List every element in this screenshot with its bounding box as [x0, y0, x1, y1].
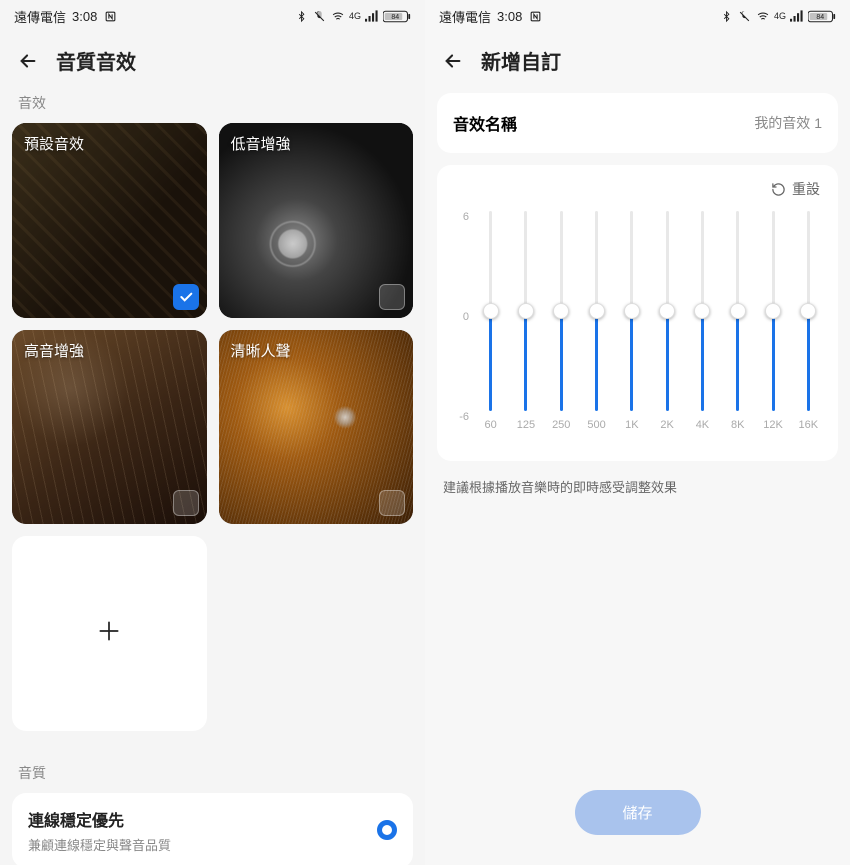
- add-custom-effect-button[interactable]: [12, 536, 207, 731]
- eq-freq-label: 250: [552, 419, 570, 431]
- header: 新增自訂: [425, 32, 850, 85]
- clock: 3:08: [72, 9, 97, 24]
- eq-knob[interactable]: [483, 303, 499, 319]
- eq-freq-label: 125: [517, 419, 535, 431]
- nfc-icon: [103, 9, 117, 23]
- reset-icon: [771, 182, 786, 197]
- quality-title: 連線穩定優先: [28, 807, 171, 831]
- effect-label: 清晰人聲: [231, 340, 291, 361]
- effect-card-treble[interactable]: 高音增強: [12, 330, 207, 525]
- page-title: 新增自訂: [481, 46, 561, 75]
- checkbox-unchecked-icon: [379, 284, 405, 310]
- hint-text: 建議根據播放音樂時的即時感受調整效果: [425, 461, 850, 512]
- eq-knob[interactable]: [518, 303, 534, 319]
- carrier-label: 遠傳電信: [14, 7, 66, 26]
- mute-icon: [738, 9, 752, 23]
- status-bar: 遠傳電信 3:08 4G 84: [425, 0, 850, 32]
- eq-slider-2K[interactable]: 2K: [649, 211, 684, 441]
- checkbox-unchecked-icon: [379, 490, 405, 516]
- radio-selected-icon: [377, 820, 397, 840]
- eq-slider-250[interactable]: 250: [544, 211, 579, 441]
- effect-label: 高音增強: [24, 340, 84, 361]
- screen-sound-effects: 遠傳電信 3:08 4G 84 音質音效 音效 預設音效: [0, 0, 425, 865]
- network-label: 4G: [349, 11, 361, 21]
- bluetooth-icon: [720, 9, 734, 23]
- eq-freq-label: 500: [587, 419, 605, 431]
- quality-subtitle: 兼顧連線穩定與聲音品質: [28, 835, 171, 854]
- wifi-icon: [331, 9, 345, 23]
- effects-section-label: 音效: [0, 85, 425, 123]
- quality-section-label: 音質: [0, 755, 425, 793]
- effect-name-label: 音效名稱: [453, 111, 517, 135]
- eq-knob[interactable]: [730, 303, 746, 319]
- battery-icon: 84: [808, 9, 836, 23]
- signal-icon: [365, 9, 379, 23]
- checkbox-checked-icon: [173, 284, 199, 310]
- effect-label: 預設音效: [24, 133, 84, 154]
- effect-name-row[interactable]: 音效名稱 我的音效 1: [437, 93, 838, 153]
- arrow-left-icon: [442, 50, 464, 72]
- effect-card-bass[interactable]: 低音增強: [219, 123, 414, 318]
- signal-icon: [790, 9, 804, 23]
- equalizer-panel: 重設 6 0 -6 60 125 250: [437, 165, 838, 461]
- eq-slider-500[interactable]: 500: [579, 211, 614, 441]
- eq-y-axis: 6 0 -6: [449, 211, 469, 423]
- battery-icon: 84: [383, 9, 411, 23]
- reset-button[interactable]: 重設: [449, 179, 826, 211]
- eq-slider-8K[interactable]: 8K: [720, 211, 755, 441]
- eq-knob[interactable]: [694, 303, 710, 319]
- checkbox-unchecked-icon: [173, 490, 199, 516]
- eq-slider-60[interactable]: 60: [473, 211, 508, 441]
- status-bar: 遠傳電信 3:08 4G 84: [0, 0, 425, 32]
- network-label: 4G: [774, 11, 786, 21]
- wifi-icon: [756, 9, 770, 23]
- eq-knob[interactable]: [589, 303, 605, 319]
- effect-name-value: 我的音效 1: [754, 113, 822, 133]
- eq-slider-4K[interactable]: 4K: [685, 211, 720, 441]
- eq-freq-label: 2K: [660, 419, 673, 431]
- eq-freq-label: 12K: [763, 419, 783, 431]
- eq-freq-label: 16K: [799, 419, 819, 431]
- back-button[interactable]: [16, 49, 40, 73]
- page-title: 音質音效: [56, 46, 136, 75]
- eq-slider-1K[interactable]: 1K: [614, 211, 649, 441]
- effect-card-default[interactable]: 預設音效: [12, 123, 207, 318]
- eq-slider-12K[interactable]: 12K: [755, 211, 790, 441]
- screen-add-custom: 遠傳電信 3:08 4G 84 新增自訂 音效名稱 我的音效 1 重設: [425, 0, 850, 865]
- eq-freq-label: 8K: [731, 419, 744, 431]
- clock: 3:08: [497, 9, 522, 24]
- back-button[interactable]: [441, 49, 465, 73]
- quality-option-stable[interactable]: 連線穩定優先 兼顧連線穩定與聲音品質: [12, 793, 413, 865]
- header: 音質音效: [0, 32, 425, 85]
- eq-freq-label: 1K: [625, 419, 638, 431]
- eq-knob[interactable]: [765, 303, 781, 319]
- save-button[interactable]: 儲存: [574, 790, 700, 835]
- eq-knob[interactable]: [800, 303, 816, 319]
- plus-icon: [96, 618, 122, 649]
- nfc-icon: [528, 9, 542, 23]
- effect-card-vocal[interactable]: 清晰人聲: [219, 330, 414, 525]
- carrier-label: 遠傳電信: [439, 7, 491, 26]
- eq-freq-label: 4K: [696, 419, 709, 431]
- eq-slider-16K[interactable]: 16K: [791, 211, 826, 441]
- reset-label: 重設: [792, 179, 820, 199]
- eq-freq-label: 60: [485, 419, 497, 431]
- eq-knob[interactable]: [659, 303, 675, 319]
- svg-text:84: 84: [816, 14, 824, 21]
- eq-knob[interactable]: [624, 303, 640, 319]
- bluetooth-icon: [295, 9, 309, 23]
- effect-label: 低音增強: [231, 133, 291, 154]
- eq-knob[interactable]: [553, 303, 569, 319]
- mute-icon: [313, 9, 327, 23]
- svg-text:84: 84: [391, 14, 399, 21]
- arrow-left-icon: [17, 50, 39, 72]
- eq-slider-125[interactable]: 125: [508, 211, 543, 441]
